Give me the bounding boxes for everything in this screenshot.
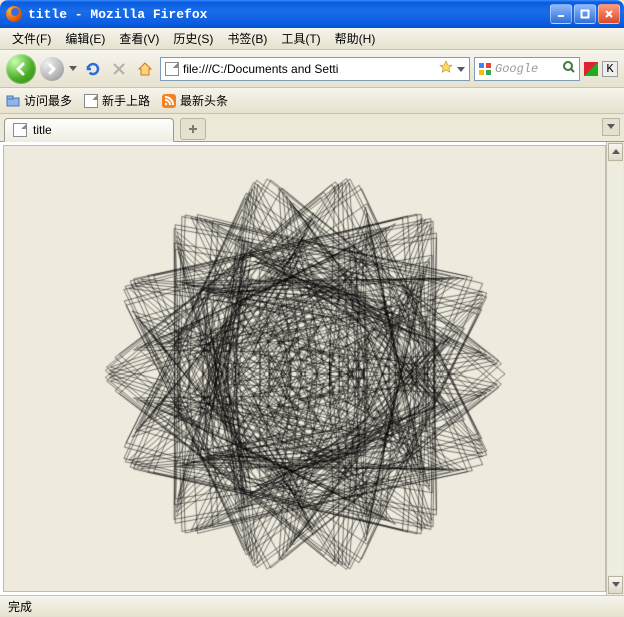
tab-active[interactable]: title <box>4 118 174 142</box>
vertical-scrollbar[interactable] <box>606 142 624 595</box>
bookmark-most-visited[interactable]: 访问最多 <box>6 92 72 109</box>
scroll-up-icon[interactable] <box>608 143 623 161</box>
home-button[interactable] <box>134 58 156 80</box>
firefox-icon <box>6 6 22 22</box>
menu-bookmarks[interactable]: 书签(B) <box>221 28 273 49</box>
window-title: title - Mozilla Firefox <box>28 7 207 22</box>
scroll-down-icon[interactable] <box>608 576 623 594</box>
scroll-track[interactable] <box>608 162 623 575</box>
bookmark-latest-headlines[interactable]: 最新头条 <box>162 92 228 109</box>
window-minimize-button[interactable] <box>550 4 572 24</box>
window-titlebar: title - Mozilla Firefox <box>0 0 624 28</box>
page-icon <box>165 62 179 76</box>
page-icon <box>13 123 27 137</box>
bookmark-label: 新手上路 <box>102 92 150 109</box>
reload-button[interactable] <box>82 58 104 80</box>
bookmark-label: 访问最多 <box>24 92 72 109</box>
new-tab-button[interactable] <box>180 118 206 140</box>
bookmark-star-icon[interactable] <box>439 60 453 77</box>
address-bar[interactable]: file:///C:/Documents and Setti <box>160 57 470 81</box>
menu-history[interactable]: 历史(S) <box>167 28 219 49</box>
menu-file[interactable]: 文件(F) <box>6 28 57 49</box>
google-icon <box>478 62 492 76</box>
stop-button[interactable] <box>108 58 130 80</box>
folder-icon <box>6 94 20 108</box>
window-maximize-button[interactable] <box>574 4 596 24</box>
url-text: file:///C:/Documents and Setti <box>183 62 435 76</box>
search-placeholder: Google <box>495 62 559 76</box>
menu-tools[interactable]: 工具(T) <box>275 28 326 49</box>
bookmark-getting-started[interactable]: 新手上路 <box>84 92 150 109</box>
status-bar: 完成 <box>0 595 624 617</box>
page-icon <box>84 94 98 108</box>
window-close-button[interactable] <box>598 4 620 24</box>
addon-k-button[interactable]: K <box>602 61 618 77</box>
bookmark-label: 最新头条 <box>180 92 228 109</box>
history-dropdown-icon[interactable] <box>68 66 78 72</box>
page-viewport <box>3 145 606 592</box>
rose-curve-canvas <box>25 149 585 589</box>
url-dropdown-icon[interactable] <box>457 62 465 76</box>
kaspersky-icon[interactable] <box>584 62 598 76</box>
back-button[interactable] <box>6 54 36 84</box>
status-text: 完成 <box>8 598 32 615</box>
menu-help[interactable]: 帮助(H) <box>329 28 382 49</box>
tab-label: title <box>33 123 52 137</box>
bookmarks-toolbar: 访问最多 新手上路 最新头条 <box>0 88 624 114</box>
forward-button[interactable] <box>40 57 64 81</box>
content-area <box>0 142 624 595</box>
menu-bar: 文件(F) 编辑(E) 查看(V) 历史(S) 书签(B) 工具(T) 帮助(H… <box>0 28 624 50</box>
search-bar[interactable]: Google <box>474 57 580 81</box>
menu-view[interactable]: 查看(V) <box>113 28 165 49</box>
menu-edit[interactable]: 编辑(E) <box>59 28 111 49</box>
search-go-icon[interactable] <box>562 60 576 77</box>
tab-strip: title <box>0 114 624 142</box>
rss-icon <box>162 94 176 108</box>
tab-list-dropdown-icon[interactable] <box>602 118 620 136</box>
navigation-toolbar: file:///C:/Documents and Setti Google K <box>0 50 624 88</box>
